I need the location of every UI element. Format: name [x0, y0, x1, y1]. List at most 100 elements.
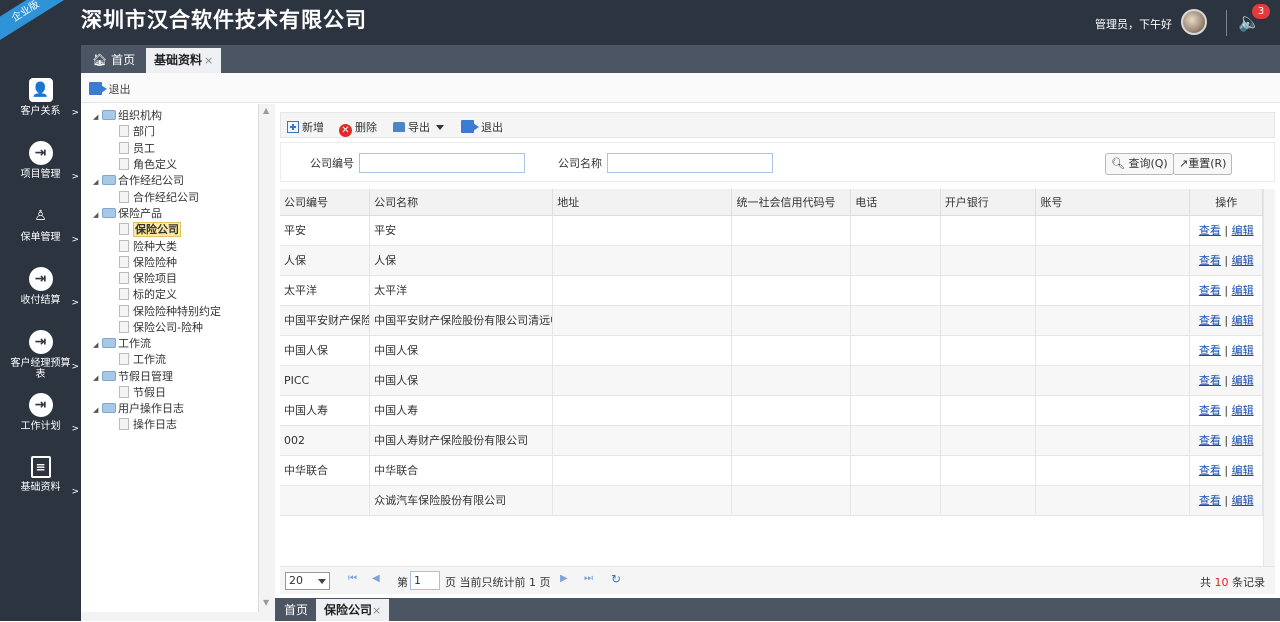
- sidebar-item-workplan[interactable]: ⇥ 工作计划 >: [0, 393, 81, 434]
- table-row[interactable]: 太平洋 太平洋 查看 | 编辑: [280, 275, 1263, 306]
- exit-button[interactable]: 退出: [461, 119, 503, 135]
- tab-home[interactable]: 🏠︎ 首页: [84, 48, 143, 73]
- view-link[interactable]: 查看: [1199, 314, 1221, 327]
- view-link[interactable]: 查看: [1199, 404, 1221, 417]
- column-header[interactable]: 公司编号: [280, 189, 371, 216]
- tree-horizontal-scrollbar[interactable]: [81, 612, 259, 621]
- sidebar-item-basic-data[interactable]: ≡ 基础资料 >: [0, 456, 81, 497]
- add-button[interactable]: 新增: [287, 119, 324, 135]
- edit-link[interactable]: 编辑: [1232, 404, 1254, 417]
- page-size-select[interactable]: 20: [285, 572, 330, 590]
- cell-address: [552, 335, 733, 366]
- view-link[interactable]: 查看: [1199, 344, 1221, 357]
- first-page-icon[interactable]: ⏮: [348, 573, 357, 584]
- reset-button[interactable]: ↗重置(R): [1173, 153, 1233, 175]
- sidebar-item-settlement[interactable]: ⇥ 收付结算 >: [0, 267, 81, 308]
- prev-page-icon[interactable]: ◀: [372, 573, 380, 584]
- view-link[interactable]: 查看: [1199, 254, 1221, 267]
- cell-address: [552, 275, 733, 306]
- view-link[interactable]: 查看: [1199, 434, 1221, 447]
- tree-folder[interactable]: ◢ 节假日管理: [93, 369, 173, 385]
- column-header[interactable]: 统一社会信用代码号: [731, 189, 852, 216]
- company-name-input[interactable]: [607, 153, 773, 173]
- tree-item[interactable]: 保险公司-险种: [119, 320, 203, 336]
- column-header[interactable]: 账号: [1035, 189, 1191, 216]
- tab-basic-data[interactable]: 基础资料 ×: [146, 48, 222, 73]
- tree-folder[interactable]: ◢ 工作流: [93, 336, 151, 352]
- avatar[interactable]: [1181, 9, 1207, 35]
- tree-folder[interactable]: ◢ 组织机构: [93, 108, 162, 124]
- refresh-icon[interactable]: ↻: [611, 572, 621, 586]
- edit-link[interactable]: 编辑: [1232, 224, 1254, 237]
- edit-link[interactable]: 编辑: [1232, 254, 1254, 267]
- table-row[interactable]: 中国平安财产保险股份有限公司清远中心支公司中国平安财产保险股份有限公司清远中心支…: [280, 305, 1263, 336]
- scroll-up-icon[interactable]: ▲: [263, 106, 269, 115]
- column-header[interactable]: 地址: [552, 189, 733, 216]
- column-header[interactable]: 操作: [1189, 189, 1263, 216]
- last-page-icon[interactable]: ⏭: [584, 573, 593, 584]
- edit-link[interactable]: 编辑: [1232, 374, 1254, 387]
- view-link[interactable]: 查看: [1199, 284, 1221, 297]
- table-row[interactable]: 002 中国人寿财产保险股份有限公司 查看 | 编辑: [280, 425, 1263, 456]
- tree-item-selected[interactable]: 保险公司: [119, 222, 181, 238]
- table-row[interactable]: 中华联合 中华联合 查看 | 编辑: [280, 455, 1263, 486]
- sidebar-item-customer[interactable]: 👤 客户关系 >: [0, 78, 81, 118]
- panel-splitter[interactable]: ▲ ▼: [259, 104, 275, 621]
- next-page-icon[interactable]: ▶: [560, 573, 568, 584]
- tree-folder[interactable]: ◢ 用户操作日志: [93, 401, 184, 417]
- table-row[interactable]: PICC 中国人保 查看 | 编辑: [280, 365, 1263, 396]
- view-link[interactable]: 查看: [1199, 374, 1221, 387]
- edit-link[interactable]: 编辑: [1232, 434, 1254, 447]
- cell-bank: [940, 365, 1037, 396]
- scroll-down-icon[interactable]: ▼: [263, 598, 269, 607]
- table-row[interactable]: 中国人保 中国人保 查看 | 编辑: [280, 335, 1263, 366]
- column-header[interactable]: 公司名称: [369, 189, 554, 216]
- edit-link[interactable]: 编辑: [1232, 494, 1254, 507]
- view-link[interactable]: 查看: [1199, 464, 1221, 477]
- sidebar-item-policy[interactable]: ♙ 保单管理 >: [0, 204, 81, 245]
- tree-item[interactable]: 保险险种特别约定: [119, 304, 221, 320]
- edit-link[interactable]: 编辑: [1232, 344, 1254, 357]
- tree-item[interactable]: 险种大类: [119, 239, 177, 255]
- page-icon: [119, 353, 129, 365]
- delete-button[interactable]: ✕ 删除: [339, 119, 377, 137]
- company-code-input[interactable]: [359, 153, 525, 173]
- close-icon[interactable]: ×: [204, 54, 213, 67]
- column-header[interactable]: 电话: [850, 189, 941, 216]
- tree-item[interactable]: 标的定义: [119, 287, 177, 303]
- tree-item[interactable]: 保险险种: [119, 255, 177, 271]
- tree-folder[interactable]: ◢ 保险产品: [93, 206, 162, 222]
- cell-address: [552, 455, 733, 486]
- close-icon[interactable]: ×: [372, 604, 381, 617]
- tree-folder[interactable]: ◢ 合作经纪公司: [93, 173, 184, 189]
- grid-vertical-scrollbar[interactable]: [1263, 189, 1275, 569]
- tree-item[interactable]: 员工: [119, 141, 155, 157]
- column-header[interactable]: 开户银行: [940, 189, 1037, 216]
- tree-item[interactable]: 节假日: [119, 385, 166, 401]
- page-number-input[interactable]: 1: [410, 571, 440, 590]
- view-link[interactable]: 查看: [1199, 494, 1221, 507]
- tree-item[interactable]: 合作经纪公司: [119, 190, 199, 206]
- tree-item[interactable]: 操作日志: [119, 417, 177, 433]
- edit-link[interactable]: 编辑: [1232, 284, 1254, 297]
- query-button[interactable]: 🔍︎ 查询(Q): [1105, 153, 1174, 175]
- tree-item[interactable]: 保险项目: [119, 271, 177, 287]
- bottom-tab-insurance-company[interactable]: 保险公司×: [316, 599, 390, 621]
- table-row[interactable]: 中国人寿 中国人寿 查看 | 编辑: [280, 395, 1263, 426]
- search-panel: 公司编号 公司名称 🔍︎ 查询(Q) ↗重置(R): [280, 142, 1275, 182]
- bottom-tab-home[interactable]: 首页: [276, 599, 316, 621]
- tree-item[interactable]: 角色定义: [119, 157, 177, 173]
- cell-name: 中华联合: [369, 455, 554, 486]
- tree-item[interactable]: 部门: [119, 124, 155, 140]
- table-row[interactable]: 众诚汽车保险股份有限公司 查看 | 编辑: [280, 485, 1263, 516]
- sidebar-item-project[interactable]: ⇥ 项目管理 >: [0, 141, 81, 182]
- export-button[interactable]: 导出: [393, 119, 444, 135]
- sidebar-item-budget[interactable]: ⇥ 客户经理预算表 >: [0, 330, 81, 380]
- view-link[interactable]: 查看: [1199, 224, 1221, 237]
- edit-link[interactable]: 编辑: [1232, 314, 1254, 327]
- table-row[interactable]: 平安 平安 查看 | 编辑: [280, 215, 1263, 246]
- edit-link[interactable]: 编辑: [1232, 464, 1254, 477]
- table-row[interactable]: 人保 人保 查看 | 编辑: [280, 245, 1263, 276]
- exit-button[interactable]: 退出: [89, 81, 131, 97]
- tree-item[interactable]: 工作流: [119, 352, 166, 368]
